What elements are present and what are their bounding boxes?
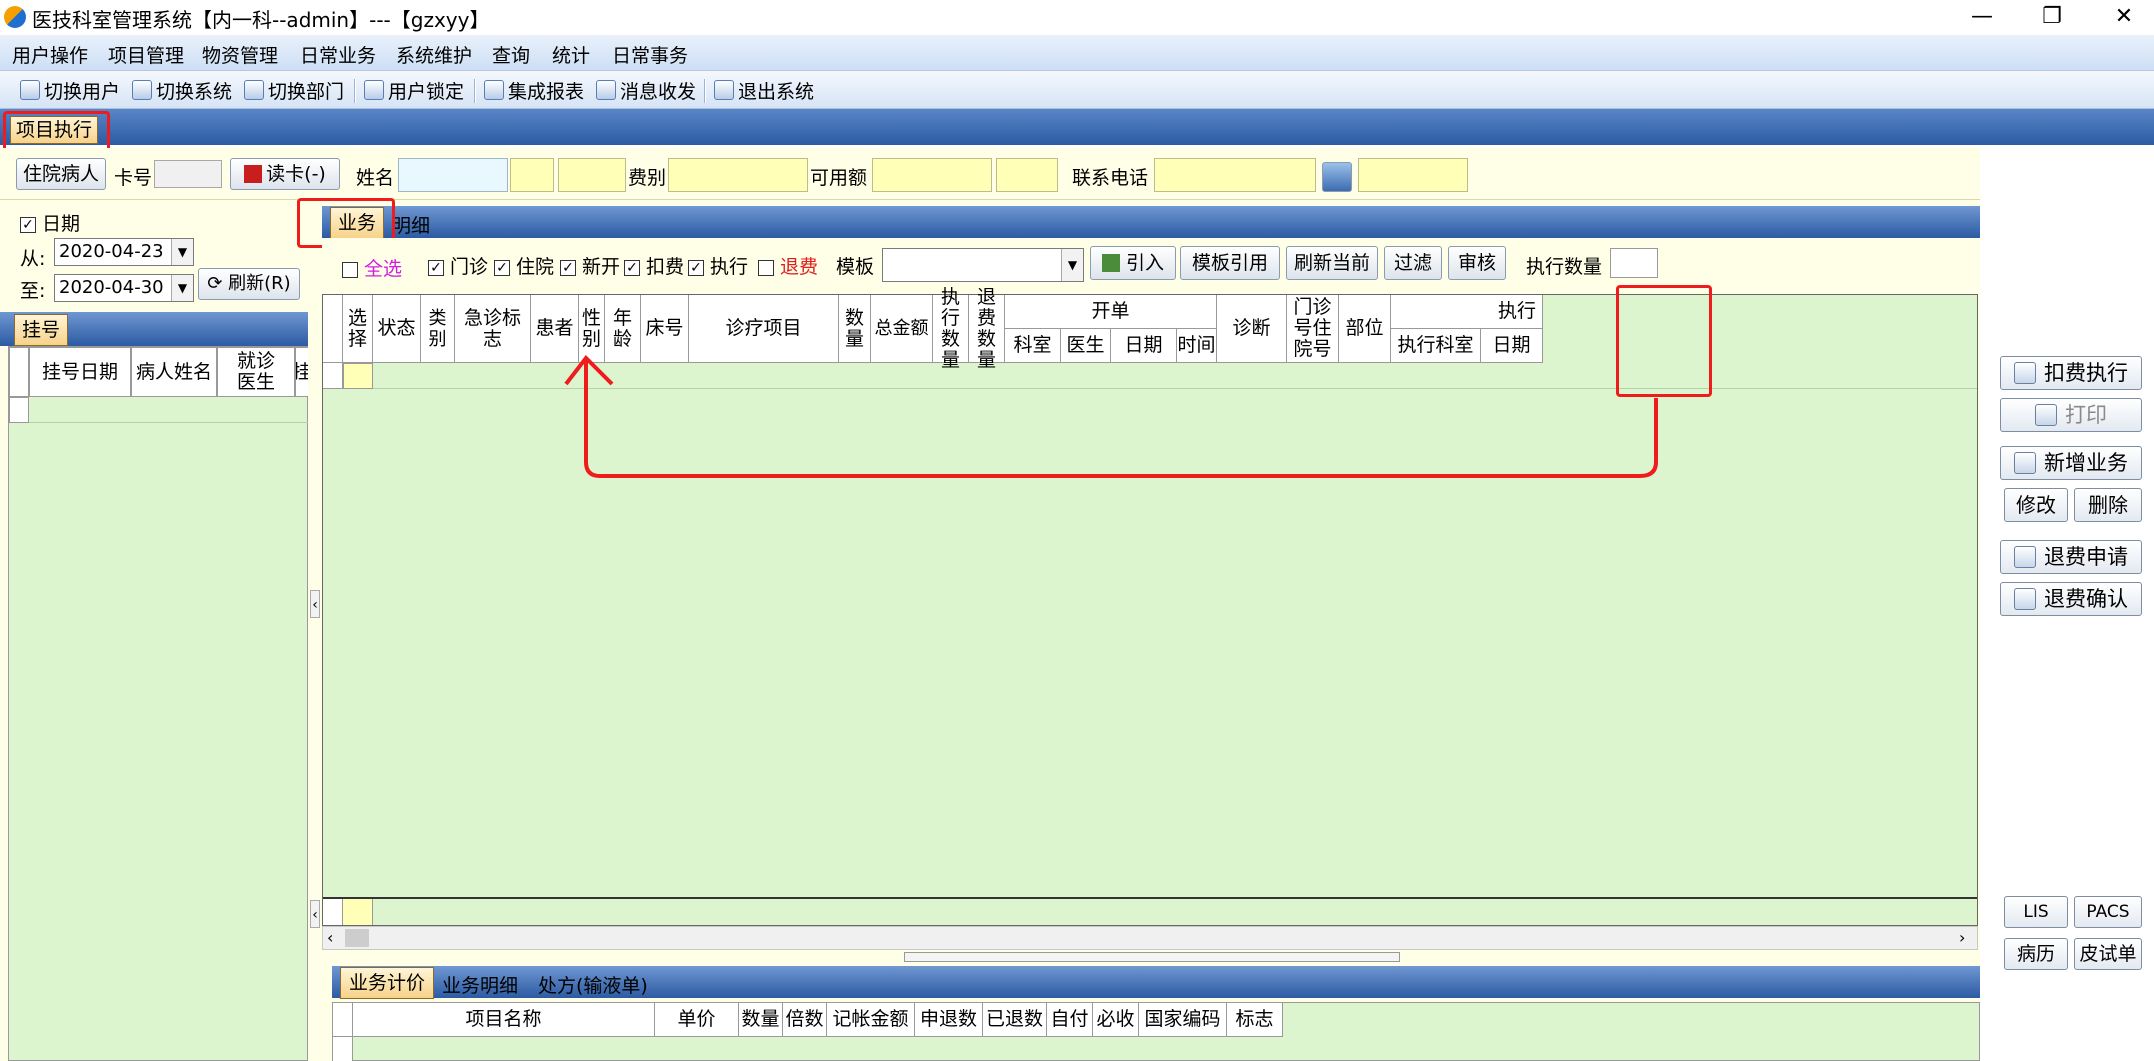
arrow-head bbox=[564, 354, 614, 386]
annotation-arrow bbox=[564, 354, 1658, 478]
arrow-path bbox=[584, 360, 1658, 478]
